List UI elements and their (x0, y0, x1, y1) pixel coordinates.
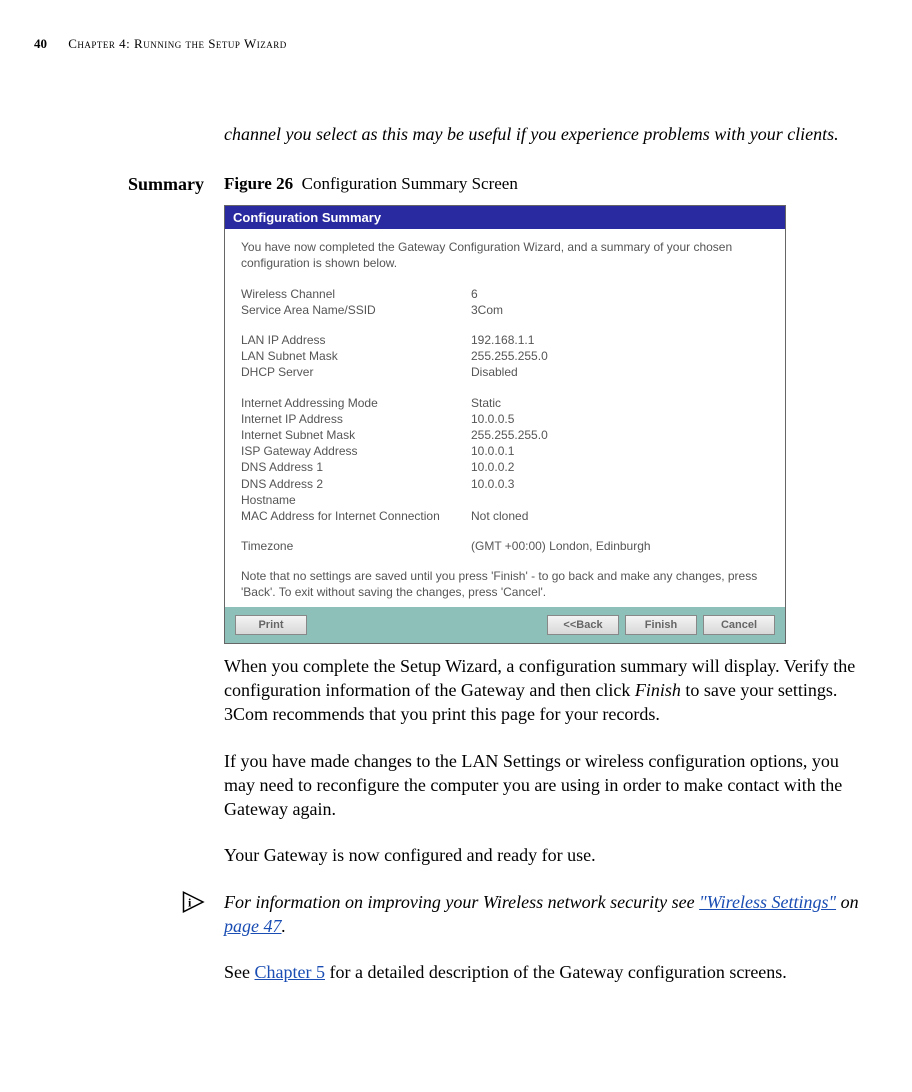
row-value: 3Com (471, 302, 769, 318)
config-summary-screenshot: Configuration Summary You have now compl… (224, 205, 786, 643)
text-run: on (836, 892, 859, 912)
table-row: ISP Gateway Address10.0.0.1 (241, 443, 769, 459)
dialog-title: Configuration Summary (225, 206, 785, 229)
figure-title: Configuration Summary Screen (302, 174, 518, 193)
table-row: MAC Address for Internet ConnectionNot c… (241, 508, 769, 524)
table-row: Timezone(GMT +00:00) London, Edinburgh (241, 538, 769, 554)
text-run: . (282, 916, 287, 936)
table-row: DNS Address 210.0.0.3 (241, 476, 769, 492)
figure-label: Figure 26 (224, 174, 293, 193)
row-value: 255.255.255.0 (471, 427, 769, 443)
row-label: Internet Addressing Mode (241, 395, 471, 411)
row-label: LAN IP Address (241, 332, 471, 348)
table-row: LAN IP Address192.168.1.1 (241, 332, 769, 348)
row-value: (GMT +00:00) London, Edinburgh (471, 538, 769, 554)
dialog-note: Note that no settings are saved until yo… (241, 568, 769, 600)
row-label: Wireless Channel (241, 286, 471, 302)
row-value (471, 492, 769, 508)
text-run: For information on improving your Wirele… (224, 892, 699, 912)
table-row: Wireless Channel6 (241, 286, 769, 302)
row-value: Not cloned (471, 508, 769, 524)
row-value: 10.0.0.1 (471, 443, 769, 459)
running-header: 40 Chapter 4: Running the Setup Wizard (34, 36, 878, 52)
back-button[interactable]: <<Back (547, 615, 619, 635)
row-label: Internet Subnet Mask (241, 427, 471, 443)
print-button[interactable]: Print (235, 615, 307, 635)
row-label: Internet IP Address (241, 411, 471, 427)
cancel-button[interactable]: Cancel (703, 615, 775, 635)
row-label: Timezone (241, 538, 471, 554)
row-value: 10.0.0.3 (471, 476, 769, 492)
dialog-button-bar: Print <<Back Finish Cancel (225, 607, 785, 643)
row-label: Hostname (241, 492, 471, 508)
row-label: DHCP Server (241, 364, 471, 380)
chapter-5-link[interactable]: Chapter 5 (255, 962, 325, 982)
row-label: Service Area Name/SSID (241, 302, 471, 318)
intro-continuation: channel you select as this may be useful… (224, 122, 864, 146)
table-row: DHCP ServerDisabled (241, 364, 769, 380)
emphasis: Finish (635, 680, 681, 700)
row-value: 10.0.0.5 (471, 411, 769, 427)
row-label: MAC Address for Internet Connection (241, 508, 471, 524)
table-row: Internet Addressing ModeStatic (241, 395, 769, 411)
info-text: For information on improving your Wirele… (224, 890, 864, 939)
row-value: 255.255.255.0 (471, 348, 769, 364)
body-paragraph: When you complete the Setup Wizard, a co… (224, 654, 864, 727)
row-label: DNS Address 2 (241, 476, 471, 492)
row-value: 6 (471, 286, 769, 302)
table-row: Hostname (241, 492, 769, 508)
info-icon: i (34, 890, 224, 919)
text-run: for a detailed description of the Gatewa… (325, 962, 787, 982)
table-row: Service Area Name/SSID3Com (241, 302, 769, 318)
row-label: ISP Gateway Address (241, 443, 471, 459)
row-value: 192.168.1.1 (471, 332, 769, 348)
row-value: 10.0.0.2 (471, 459, 769, 475)
body-paragraph: See Chapter 5 for a detailed description… (224, 960, 864, 984)
table-row: Internet Subnet Mask255.255.255.0 (241, 427, 769, 443)
page-number: 40 (34, 36, 47, 52)
body-paragraph: If you have made changes to the LAN Sett… (224, 749, 864, 822)
text-run: See (224, 962, 255, 982)
row-value: Disabled (471, 364, 769, 380)
dialog-intro-text: You have now completed the Gateway Confi… (241, 239, 769, 271)
table-row: Internet IP Address10.0.0.5 (241, 411, 769, 427)
dialog-body: You have now completed the Gateway Confi… (225, 229, 785, 606)
chapter-title: Chapter 4: Running the Setup Wizard (68, 36, 286, 51)
page-ref-link[interactable]: page 47 (224, 916, 282, 936)
row-value: Static (471, 395, 769, 411)
figure-caption: Figure 26 Configuration Summary Screen (224, 174, 518, 194)
finish-button[interactable]: Finish (625, 615, 697, 635)
table-row: DNS Address 110.0.0.2 (241, 459, 769, 475)
row-label: DNS Address 1 (241, 459, 471, 475)
row-label: LAN Subnet Mask (241, 348, 471, 364)
body-paragraph: Your Gateway is now configured and ready… (224, 843, 864, 867)
section-heading-summary: Summary (34, 174, 224, 195)
wireless-settings-link[interactable]: "Wireless Settings" (699, 892, 836, 912)
table-row: LAN Subnet Mask255.255.255.0 (241, 348, 769, 364)
